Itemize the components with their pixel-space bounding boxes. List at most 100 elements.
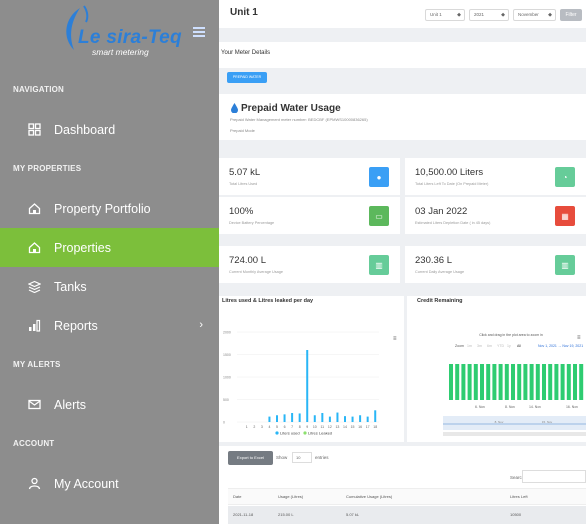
bar-liters-used: [328, 416, 331, 422]
x-tick-label: 16. Nov: [566, 405, 578, 409]
sidebar-item-label: Alerts: [54, 397, 86, 412]
stat-value: 230.36 L: [415, 255, 452, 266]
y-tick-label: 0: [223, 421, 225, 425]
x-tick-label: 15: [351, 425, 355, 429]
nav-header-1: MY PROPERTIES: [13, 164, 82, 173]
sidebar-item-tanks[interactable]: Tanks: [0, 267, 219, 306]
credit-bar: [492, 364, 497, 400]
usage-subtitle: Prepaid Water Management meter number: B…: [230, 117, 368, 122]
credit-bar: [535, 364, 540, 400]
bar-liters-used: [351, 416, 354, 422]
y-tick-label: 1500: [223, 353, 231, 357]
stat-label: Estimated Liters Depletion Date ( in 45 …: [415, 221, 491, 225]
x-tick-label: 13: [335, 425, 339, 429]
y-tick-label: 2000: [223, 331, 231, 335]
x-tick-label: 17: [366, 425, 370, 429]
bar-liters-used: [276, 415, 278, 422]
credit-bar: [504, 364, 509, 400]
home-icon: [26, 240, 42, 256]
table-cell: 5.07 kL: [346, 512, 360, 517]
legend-marker: [275, 431, 279, 435]
chart-icon: ▥: [555, 255, 575, 275]
chart-menu-icon[interactable]: ≡: [393, 336, 397, 342]
entries-select[interactable]: 10: [292, 452, 312, 463]
sidebar-item-my-account[interactable]: My Account: [0, 464, 219, 503]
bar-chart-icon: [26, 318, 42, 334]
legend-label: Liters used: [280, 431, 300, 436]
main-content: Unit 1 Unit 1 ◆ 2021 ◆ November ◆ Filter Yo…: [219, 0, 586, 524]
chart-hint: Click and drag in the plot area to zoom …: [479, 333, 543, 337]
credit-bar: [449, 364, 453, 400]
navigator-label: 15. Nov: [542, 420, 553, 424]
credit-bar: [473, 364, 478, 400]
sidebar-item-property-portfolio[interactable]: Property Portfolio: [0, 189, 219, 228]
bar-liters-used: [306, 350, 309, 422]
zoom-option: YTD: [497, 344, 504, 348]
grid-icon: [26, 122, 42, 138]
credit-bar: [523, 364, 528, 400]
unit-select[interactable]: Unit 1 ◆: [425, 9, 465, 21]
bar-liters-used: [359, 415, 362, 422]
x-tick-label: 6: [284, 425, 286, 429]
nav-header-3: ACCOUNT: [13, 439, 55, 448]
sidebar: Le sira-Teq smart metering NAVIGATION Das…: [0, 0, 219, 524]
bar-liters-used: [344, 416, 346, 422]
month-select[interactable]: November ◆: [513, 9, 556, 21]
mail-icon: [26, 397, 42, 413]
prepaid-water-button[interactable]: PREPAID WATER: [227, 72, 267, 83]
column-header[interactable]: Date: [233, 494, 241, 499]
bar-liters-used: [321, 413, 324, 422]
y-tick-label: 500: [223, 398, 229, 402]
column-header[interactable]: Cumulative Usage (Litres): [346, 494, 392, 499]
filter-button[interactable]: Filter: [560, 9, 582, 21]
top-bar: Unit 1 Unit 1 ◆ 2021 ◆ November ◆ Filter: [219, 0, 586, 28]
y-tick-label: 1000: [223, 376, 231, 380]
export-excel-button[interactable]: Export to Excel: [228, 451, 273, 465]
brand: Le sira-Teq smart metering: [0, 0, 219, 70]
credit-bar: [455, 364, 460, 400]
sidebar-item-label: My Account: [54, 476, 119, 491]
stat-card: 724.00 L Current Monthly Average Usage ▥: [219, 246, 400, 283]
x-tick-label: 1: [246, 425, 248, 429]
usage-chart-panel: Litres used & Litres leaked per day 2000…: [219, 296, 404, 442]
column-header[interactable]: Usage (Litres): [278, 494, 303, 499]
sidebar-item-alerts[interactable]: Alerts: [0, 385, 219, 424]
scrollbar[interactable]: [443, 432, 586, 436]
table-header: Date Usage (Litres) Cumulative Usage (Litr…: [228, 488, 586, 505]
column-header[interactable]: Litres Left: [510, 494, 528, 499]
credit-bar: [573, 364, 577, 400]
meter-details-title: Your Meter Details: [221, 50, 271, 56]
year-select[interactable]: 2021 ◆: [469, 9, 509, 21]
legend-label: Litres Leaked: [308, 431, 332, 436]
home-icon: [26, 201, 42, 217]
drop-icon: ●: [369, 167, 389, 187]
water-drop-icon: [231, 103, 238, 113]
search-input[interactable]: [522, 470, 586, 483]
bar-liters-used: [298, 413, 301, 422]
show-label: Show: [276, 455, 288, 460]
chevron-right-icon: ›: [199, 319, 203, 331]
x-tick-label: 5: [276, 425, 278, 429]
credit-chart: Click and drag in the plot area to zoom …: [443, 333, 586, 436]
stat-label: Device Battery Percentage: [229, 221, 275, 225]
usage-chart: 20001500100050001 2 3 4 5 6 7 8 9 10 11 12 13 14 15 16 1…: [223, 331, 397, 436]
credit-bar: [554, 364, 559, 400]
chart-menu-icon[interactable]: ≡: [577, 335, 581, 341]
zoom-label: Zoom: [455, 344, 464, 348]
x-tick-label: 18: [373, 425, 377, 429]
chart-icon: ▥: [369, 255, 389, 275]
sidebar-item-reports[interactable]: Reports ›: [0, 306, 219, 345]
sidebar-item-properties[interactable]: Properties: [0, 228, 219, 267]
navigator[interactable]: [443, 416, 586, 430]
menu-toggle-icon[interactable]: [193, 27, 205, 39]
stat-card: 5.07 kL Total Litres Used ●: [219, 158, 400, 195]
sidebar-item-label: Properties: [54, 240, 111, 255]
zoom-range: Nov 1, 2021 → Nov 19, 2021: [538, 344, 583, 348]
navigator-label: 8. Nov: [495, 420, 504, 424]
bar-liters-used: [291, 413, 294, 422]
credit-bar: [467, 364, 472, 400]
sidebar-item-dashboard[interactable]: Dashboard: [0, 110, 219, 149]
credit-bar: [560, 364, 565, 400]
zoom-option: All: [517, 344, 521, 348]
stat-value: 5.07 kL: [229, 167, 261, 178]
